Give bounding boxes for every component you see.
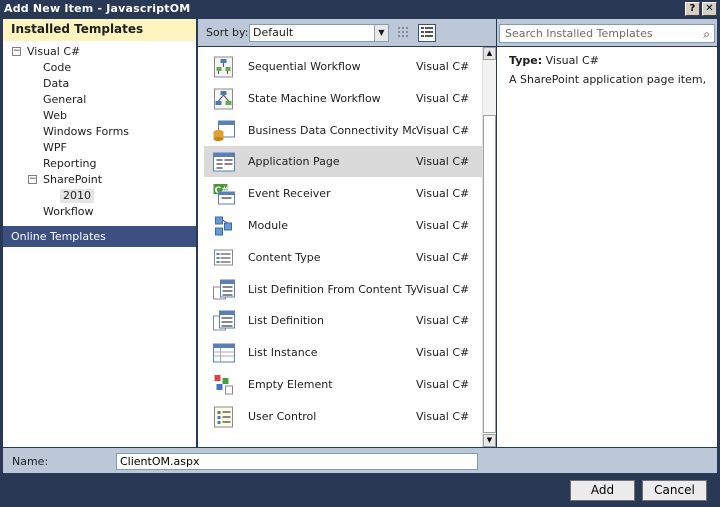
template-language: Visual C# (416, 282, 470, 296)
template-item[interactable]: Application Page Visual C# (204, 146, 482, 178)
details-type-value: Visual C# (545, 54, 599, 67)
list-view-button[interactable] (418, 24, 436, 42)
details-type-label: Type: (509, 54, 543, 67)
installed-templates-header: Installed Templates (3, 19, 196, 41)
template-language: Visual C# (416, 346, 470, 360)
template-list: Sequential Workflow Visual C# State Machin… (198, 47, 496, 447)
tree-item-windows-forms[interactable]: Windows Forms (43, 125, 129, 139)
template-item[interactable]: Content Type Visual C# (204, 242, 482, 273)
name-input[interactable]: ClientOM.aspx (116, 453, 478, 470)
sort-by-label: Sort by: (206, 26, 249, 39)
template-name: List Definition (248, 314, 324, 328)
content-type-icon (212, 247, 236, 269)
scroll-up-icon[interactable]: ▲ (483, 47, 496, 60)
tree-item-general[interactable]: General (43, 93, 86, 107)
state-machine-workflow-icon (212, 88, 236, 110)
list-instance-icon (212, 342, 236, 364)
template-list-viewport: Sequential Workflow Visual C# State Machin… (198, 47, 482, 447)
event-receiver-icon: C# (212, 183, 236, 205)
close-button[interactable]: ✕ (702, 2, 717, 16)
tree-item-sharepoint-2010[interactable]: 2010 (60, 189, 94, 203)
template-language: Visual C# (416, 155, 470, 169)
template-name: Sequential Workflow (248, 60, 361, 73)
empty-element-icon (212, 374, 236, 396)
template-name: Business Data Connectivity Mo··· (248, 123, 416, 137)
dialog-footer: Add Cancel (0, 474, 720, 507)
name-label: Name: (12, 455, 49, 468)
template-language: Visual C# (416, 409, 470, 423)
search-input[interactable]: Search Installed Templates ⌕ (499, 24, 715, 43)
list-definition-icon (212, 310, 236, 332)
search-bar: Search Installed Templates ⌕ (497, 19, 717, 46)
template-language: Visual C# (416, 60, 470, 73)
tree-item-workflow[interactable]: Workflow (43, 205, 94, 219)
tree-item-web[interactable]: Web (43, 109, 67, 123)
template-name: Content Type (248, 250, 321, 264)
template-item[interactable]: Business Data Connectivity Mo··· Visual C… (204, 115, 482, 146)
template-item[interactable]: Empty Element Visual C# (204, 369, 482, 400)
template-language: Visual C# (416, 314, 470, 328)
template-name: Application Page (248, 155, 340, 169)
sharepoint-expander-icon[interactable]: − (28, 175, 37, 184)
template-tree: − Visual C# Code Data General Web Window… (3, 41, 196, 225)
application-page-icon (212, 151, 236, 173)
dropdown-arrow-icon[interactable]: ▼ (374, 25, 388, 41)
details-pane: Type: Visual C# A SharePoint application… (497, 47, 717, 447)
list-definition-from-content-type-icon (212, 279, 236, 301)
visual-csharp-expander-icon[interactable]: − (12, 47, 21, 56)
details-description: A SharePoint application page item, (509, 73, 707, 86)
template-language: Visual C# (416, 91, 470, 105)
tree-item-visual-csharp[interactable]: Visual C# (27, 45, 80, 59)
template-language: Visual C# (416, 219, 470, 232)
cancel-button[interactable]: Cancel (642, 480, 707, 501)
scroll-thumb[interactable] (483, 115, 496, 433)
tree-item-reporting[interactable]: Reporting (43, 157, 96, 171)
left-pane: Installed Templates − Visual C# Code Dat… (3, 19, 196, 447)
template-name: Module (248, 219, 288, 232)
user-control-icon (212, 406, 236, 428)
name-row: Name: ClientOM.aspx (3, 448, 717, 473)
bdc-model-icon (212, 120, 236, 142)
template-name: List Definition From Content Type (248, 282, 416, 296)
online-templates-item[interactable]: Online Templates (3, 226, 196, 247)
small-icons-view-icon (398, 27, 408, 37)
template-language: Visual C# (416, 378, 470, 391)
template-name: User Control (248, 409, 317, 423)
template-language: Visual C# (416, 250, 470, 264)
tree-item-data[interactable]: Data (43, 77, 69, 91)
template-item[interactable]: List Instance Visual C# (204, 337, 482, 368)
tree-item-sharepoint[interactable]: SharePoint (43, 173, 102, 187)
template-item[interactable]: List Definition Visual C# (204, 305, 482, 336)
search-placeholder: Search Installed Templates (505, 27, 653, 40)
title-bar: Add New Item - JavascriptOM ? ✕ (0, 0, 720, 18)
vertical-scrollbar[interactable]: ▲ ▼ (482, 47, 496, 447)
sequential-workflow-icon (212, 56, 236, 78)
template-name: State Machine Workflow (248, 91, 381, 105)
scroll-down-icon[interactable]: ▼ (483, 434, 496, 447)
template-item[interactable]: State Machine Workflow Visual C# (204, 83, 482, 114)
template-name: Empty Element (248, 378, 333, 391)
template-language: Visual C# (416, 187, 470, 201)
template-language: Visual C# (416, 123, 470, 137)
sort-toolbar: Sort by: Default ▼ (198, 19, 496, 46)
template-item[interactable]: C# Event Receiver Visual C# (204, 178, 482, 209)
help-button[interactable]: ? (685, 2, 700, 16)
small-icons-view-button[interactable] (395, 24, 413, 42)
tree-item-wpf[interactable]: WPF (43, 141, 67, 155)
template-name: List Instance (248, 346, 318, 360)
sort-by-value: Default (253, 26, 294, 39)
window-title: Add New Item - JavascriptOM (4, 2, 191, 15)
tree-item-code[interactable]: Code (43, 61, 71, 75)
details-type: Type: Visual C# (509, 54, 599, 67)
add-button[interactable]: Add (570, 480, 635, 501)
template-item[interactable]: Module Visual C# (204, 210, 482, 241)
module-icon (212, 215, 236, 237)
template-item[interactable]: List Definition From Content Type Visual … (204, 274, 482, 305)
search-icon[interactable]: ⌕ (703, 26, 710, 43)
template-item[interactable]: User Control Visual C# (204, 401, 482, 432)
template-item[interactable]: Sequential Workflow Visual C# (204, 51, 482, 82)
template-name: Event Receiver (248, 187, 331, 201)
list-view-icon (421, 27, 433, 37)
sort-by-dropdown[interactable]: Default ▼ (249, 24, 389, 42)
